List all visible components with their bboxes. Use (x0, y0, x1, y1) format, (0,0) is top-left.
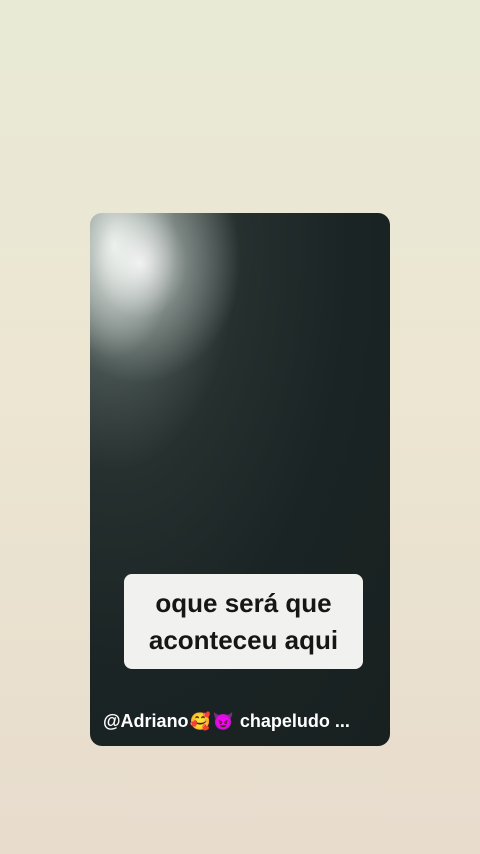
story-card[interactable]: oque será que aconteceu aqui @Adriano 🥰 … (90, 213, 390, 746)
light-glare (90, 213, 250, 393)
smiling-hearts-icon: 🥰 (189, 711, 211, 731)
caption-line-2: aconteceu aqui (148, 624, 339, 655)
username[interactable]: @Adriano (103, 711, 189, 732)
footer-description: chapeludo ... (239, 711, 350, 731)
story-footer[interactable]: @Adriano 🥰 😈 chapeludo ... (103, 711, 378, 732)
devil-icon: 😈 (212, 711, 234, 731)
caption-box: oque será que aconteceu aqui (124, 574, 363, 669)
caption-line-1: oque será que (155, 587, 332, 618)
